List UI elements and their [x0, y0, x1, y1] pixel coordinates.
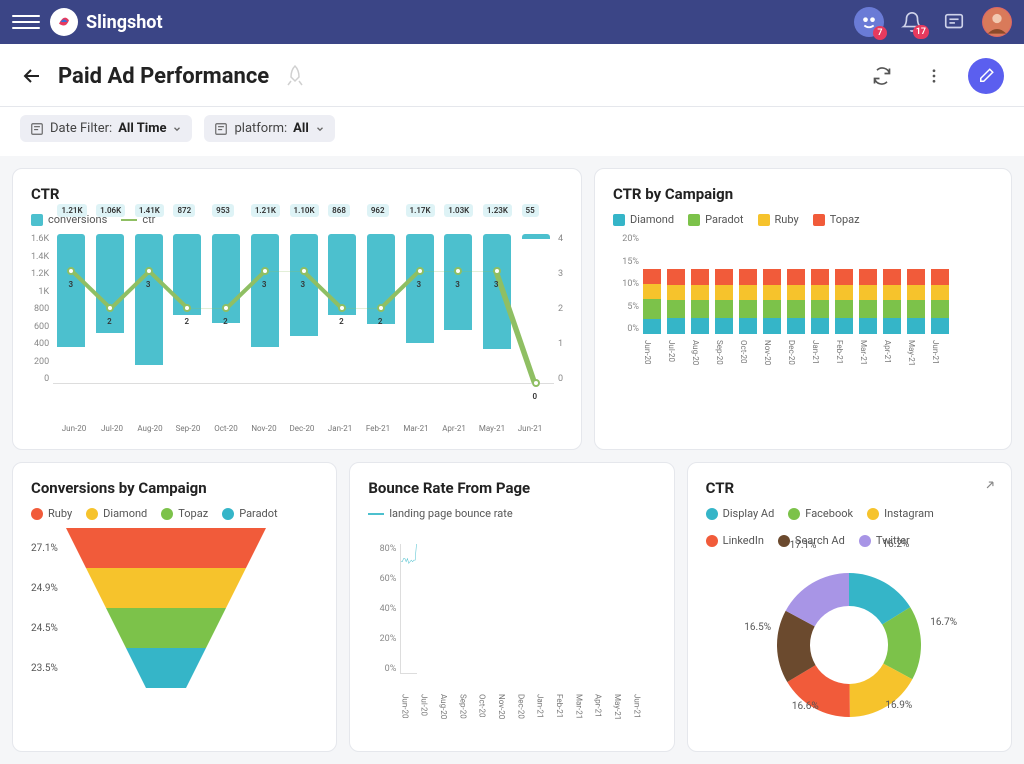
ctr-card: CTR conversions ctr 1.6K1.4K1.2K1K800600…	[12, 168, 582, 450]
page-header: Paid Ad Performance	[0, 44, 1024, 107]
ai-assistant-button[interactable]: 7	[854, 7, 884, 37]
card-title: Conversions by Campaign	[31, 479, 318, 497]
notifications-badge: 17	[913, 25, 929, 39]
date-filter-value: All Time	[118, 121, 166, 136]
x-axis: Jun-20Jul-20Aug-20Sep-20Oct-20Nov-20Dec-…	[31, 424, 563, 433]
logo-text: Slingshot	[86, 12, 163, 33]
chevron-down-icon	[315, 124, 325, 134]
edit-button[interactable]	[968, 58, 1004, 94]
x-axis: Jun-20Jul-20Aug-20Sep-20Oct-20Nov-20Dec-…	[400, 694, 651, 720]
expand-button[interactable]	[983, 477, 997, 491]
ctr-platform-card: CTR Display AdFacebookInstagramLinkedInS…	[687, 462, 1012, 752]
refresh-button[interactable]	[864, 58, 900, 94]
ctr-by-campaign-card: CTR by Campaign DiamondParadotRubyTopaz …	[594, 168, 1012, 450]
filter-bar: Date Filter: All Time platform: All	[0, 107, 1024, 156]
ctr-chart[interactable]: 1.6K1.4K1.2K1K80060040020001.21K31.06K21…	[31, 234, 563, 424]
logo-icon	[50, 8, 78, 36]
legend-bounce: landing page bounce rate	[368, 507, 512, 520]
more-options-button[interactable]	[916, 58, 952, 94]
page-title: Paid Ad Performance	[58, 64, 269, 89]
notifications-button[interactable]: 17	[898, 8, 926, 36]
menu-button[interactable]	[12, 8, 40, 36]
funnel-labels: 27.1%24.9%24.5%23.5%	[31, 528, 58, 688]
x-axis: Jun-20Jul-20Aug-20Sep-20Oct-20Nov-20Dec-…	[613, 340, 993, 366]
logo[interactable]: Slingshot	[50, 8, 163, 36]
card-title: CTR	[706, 479, 993, 497]
conversions-by-campaign-card: Conversions by Campaign RubyDiamondTopaz…	[12, 462, 337, 752]
bounce-chart[interactable]: 80%60%40%20%0% Jun-20Jul-20Aug-20Sep-20O…	[368, 528, 655, 698]
platform-filter-label: platform:	[234, 121, 287, 136]
legend: Display AdFacebookInstagramLinkedInSearc…	[706, 507, 993, 547]
bounce-rate-card: Bounce Rate From Page landing page bounc…	[349, 462, 674, 752]
funnel-chart[interactable]: 27.1%24.9%24.5%23.5%	[31, 528, 318, 688]
legend: landing page bounce rate	[368, 507, 655, 520]
donut-chart[interactable]: 16.2%16.7%16.9%16.6%16.5%17.1%	[706, 555, 993, 735]
platform-filter-value: All	[293, 121, 309, 136]
card-title: CTR	[31, 185, 563, 203]
user-avatar[interactable]	[982, 7, 1012, 37]
ctr-by-campaign-chart[interactable]: 20%15%10%5%0% Jun-20Jul-20Aug-20Sep-20Oc…	[613, 234, 993, 374]
y-axis: 80%60%40%20%0%	[368, 544, 396, 674]
back-button[interactable]	[20, 64, 44, 88]
card-title: CTR by Campaign	[613, 185, 993, 203]
legend: RubyDiamondTopazParadot	[31, 507, 318, 520]
legend: DiamondParadotRubyTopaz	[613, 213, 993, 226]
filter-icon	[214, 122, 228, 136]
filter-icon	[30, 122, 44, 136]
dashboard-icon	[283, 64, 307, 88]
date-filter-label: Date Filter:	[50, 121, 112, 136]
chevron-down-icon	[172, 124, 182, 134]
date-filter[interactable]: Date Filter: All Time	[20, 115, 192, 142]
y-axis: 20%15%10%5%0%	[613, 234, 639, 334]
chat-button[interactable]	[940, 8, 968, 36]
card-title: Bounce Rate From Page	[368, 479, 655, 497]
topbar: Slingshot 7 17	[0, 0, 1024, 44]
platform-filter[interactable]: platform: All	[204, 115, 334, 142]
assistant-badge: 7	[873, 26, 887, 40]
